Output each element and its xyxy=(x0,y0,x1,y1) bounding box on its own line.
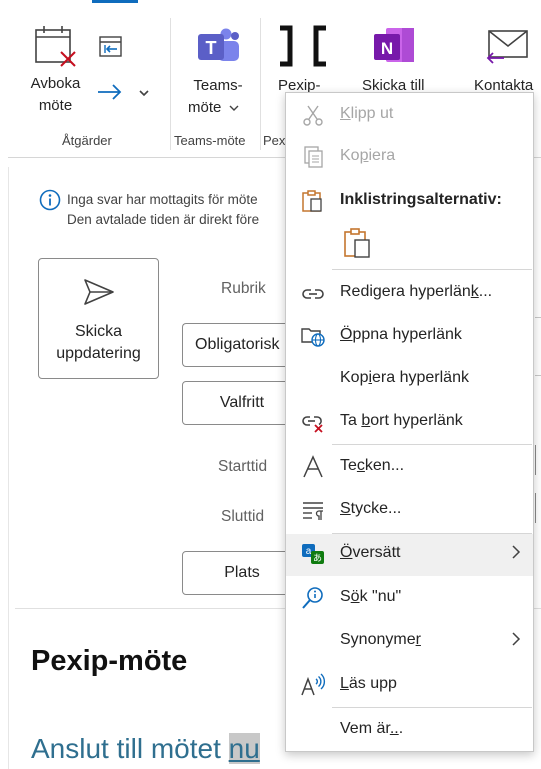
menu-separator xyxy=(332,707,532,708)
svg-text:あ: あ xyxy=(313,553,322,564)
chevron-down-icon[interactable] xyxy=(138,88,150,98)
ribbon-separator xyxy=(260,18,261,150)
chevron-down-icon xyxy=(229,105,239,111)
start-time-label: Starttid xyxy=(218,458,268,475)
menu-item-remove-hyperlink-label: Ta bort hyperlänk xyxy=(340,412,463,429)
cancel-meeting-label-1: Avboka xyxy=(30,75,81,92)
active-tab-indicator xyxy=(92,0,138,3)
optional-attendees-label: Valfritt xyxy=(219,394,265,411)
field-edge xyxy=(535,375,541,376)
calendar-forward-icon[interactable] xyxy=(98,34,124,58)
send-icon xyxy=(84,279,114,305)
field-edge xyxy=(535,317,541,318)
menu-item-who-is[interactable]: Vem är... xyxy=(286,710,533,750)
forward-arrow-icon[interactable] xyxy=(96,82,124,102)
menu-item-synonyms[interactable]: Synonymer xyxy=(286,621,533,661)
menu-separator xyxy=(332,269,532,270)
chevron-right-icon xyxy=(512,545,521,559)
menu-item-who-is-label: Vem är... xyxy=(340,720,404,737)
location-label: Plats xyxy=(224,564,260,581)
paste-keep-text-icon[interactable] xyxy=(342,227,374,259)
menu-item-cut[interactable]: Klipp ut xyxy=(286,95,533,135)
menu-item-cut-label: Klipp ut xyxy=(340,105,394,122)
menu-item-copy[interactable]: Kopiera xyxy=(286,137,533,177)
menu-item-font[interactable]: Tecken... xyxy=(286,447,533,487)
remove-link-icon xyxy=(302,416,323,433)
menu-item-font-label: Tecken... xyxy=(340,457,405,474)
end-time-label: Sluttid xyxy=(221,508,265,525)
menu-item-paragraph-label: Stycke... xyxy=(340,500,402,517)
location-button[interactable]: Plats xyxy=(182,551,302,595)
read-aloud-icon xyxy=(301,673,326,696)
menu-item-remove-hyperlink[interactable]: Ta bort hyperlänk xyxy=(286,402,533,442)
menu-item-open-hyperlink[interactable]: Öppna hyperlänk xyxy=(286,316,533,356)
group-label-teams: Teams-möte xyxy=(174,133,246,148)
send-update-label-2: uppdatering xyxy=(56,345,141,362)
cancel-meeting-label-2: möte xyxy=(38,97,73,114)
ribbon-separator xyxy=(170,18,171,150)
paragraph-icon xyxy=(303,502,323,520)
send-to-onenote-button[interactable]: N Skicka till xyxy=(352,22,442,94)
menu-item-translate-label: Översätt xyxy=(340,544,401,561)
menu-item-read-aloud-label: Läs upp xyxy=(340,675,397,692)
scissors-icon xyxy=(303,105,323,126)
group-label-pexip: Pex xyxy=(263,133,286,148)
group-label-actions: Åtgärder xyxy=(62,133,112,148)
menu-item-edit-hyperlink-label: Redigera hyperlänk... xyxy=(340,283,493,300)
menu-item-search[interactable]: Sök "nu" xyxy=(286,578,533,618)
selected-word: nu xyxy=(228,733,260,764)
teams-icon: T xyxy=(198,28,239,61)
field-edge xyxy=(535,445,536,475)
menu-item-paragraph[interactable]: Stycke... xyxy=(286,490,533,530)
svg-text:T: T xyxy=(206,38,217,58)
menu-separator xyxy=(332,444,532,445)
menu-item-read-aloud[interactable]: Läs upp xyxy=(286,665,533,705)
menu-item-copy-hyperlink-label: Kopiera hyperlänk xyxy=(340,369,469,386)
optional-attendees-button[interactable]: Valfritt xyxy=(182,381,302,425)
menu-item-copy-label: Kopiera xyxy=(340,147,396,164)
body-heading: Pexip-möte xyxy=(31,645,188,677)
teams-meeting-label-2: möte xyxy=(188,99,222,116)
menu-item-edit-hyperlink[interactable]: Redigera hyperlänk... xyxy=(286,273,533,313)
info-message-line2: Den avtalade tiden är direkt före xyxy=(67,212,260,227)
teams-meeting-button[interactable]: T Teams- möte xyxy=(178,22,258,122)
font-icon xyxy=(303,455,323,478)
svg-text:N: N xyxy=(381,39,393,58)
join-meeting-link[interactable]: Anslut till mötet nu xyxy=(31,733,260,765)
clipboard-icon xyxy=(302,190,322,212)
svg-text:a: a xyxy=(306,546,312,557)
open-link-globe-icon xyxy=(301,328,325,347)
calendar-cancel-icon xyxy=(35,26,76,67)
menu-paste-options-header: Inklistringsalternativ: xyxy=(286,181,533,221)
onenote-icon: N xyxy=(374,28,414,62)
chevron-right-icon xyxy=(512,632,521,646)
context-menu: Klipp ut Kopiera Inklistringsalternativ: xyxy=(285,92,534,752)
menu-item-copy-hyperlink[interactable]: Kopiera hyperlänk xyxy=(286,359,533,399)
send-update-label-1: Skicka xyxy=(74,323,123,340)
subject-label: Rubrik xyxy=(221,280,266,297)
info-message-line1: Inga svar har mottagits för möte xyxy=(67,192,258,207)
teams-meeting-label-1: Teams- xyxy=(193,77,243,94)
contact-button[interactable]: Kontakta xyxy=(470,22,541,94)
mail-reply-icon xyxy=(486,30,528,64)
required-attendees-button[interactable]: Obligatorisk xyxy=(182,323,302,367)
teams-meeting-label-row: möte xyxy=(188,98,258,118)
paste-options-title: Inklistringsalternativ: xyxy=(340,191,502,208)
translate-icon: a あ xyxy=(302,544,324,564)
menu-item-search-label: Sök "nu" xyxy=(340,588,402,605)
menu-item-synonyms-label: Synonymer xyxy=(340,631,421,648)
smart-lookup-icon xyxy=(302,587,323,609)
info-icon xyxy=(39,189,61,211)
cancel-meeting-button[interactable]: Avboka möte xyxy=(18,22,93,122)
send-update-button[interactable]: Skicka uppdatering xyxy=(38,258,159,379)
copy-icon xyxy=(304,146,323,168)
link-icon xyxy=(302,289,324,299)
pexip-icon xyxy=(280,25,326,67)
field-edge xyxy=(535,493,536,523)
join-meeting-link-text: Anslut till mötet xyxy=(31,733,221,764)
menu-item-translate[interactable]: a あ Översätt xyxy=(286,534,533,576)
required-attendees-label: Obligatorisk xyxy=(195,336,280,353)
menu-item-open-hyperlink-label: Öppna hyperlänk xyxy=(340,326,462,343)
